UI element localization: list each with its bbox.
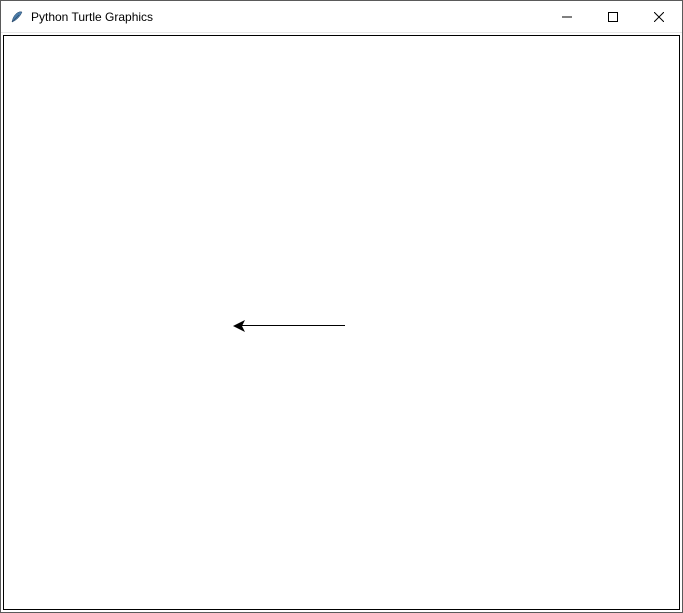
close-icon: [654, 12, 664, 22]
window-controls: [544, 1, 682, 32]
maximize-icon: [608, 12, 618, 22]
titlebar: Python Turtle Graphics: [1, 1, 682, 33]
turtle-canvas: [4, 36, 679, 609]
feather-icon: [9, 9, 25, 25]
canvas-frame: [3, 35, 680, 610]
drawn-line: [237, 325, 345, 326]
maximize-button[interactable]: [590, 1, 636, 32]
minimize-button[interactable]: [544, 1, 590, 32]
window-title: Python Turtle Graphics: [31, 10, 544, 24]
turtle-cursor: [233, 319, 249, 337]
minimize-icon: [562, 12, 572, 22]
close-button[interactable]: [636, 1, 682, 32]
application-window: Python Turtle Graphics: [0, 0, 683, 613]
